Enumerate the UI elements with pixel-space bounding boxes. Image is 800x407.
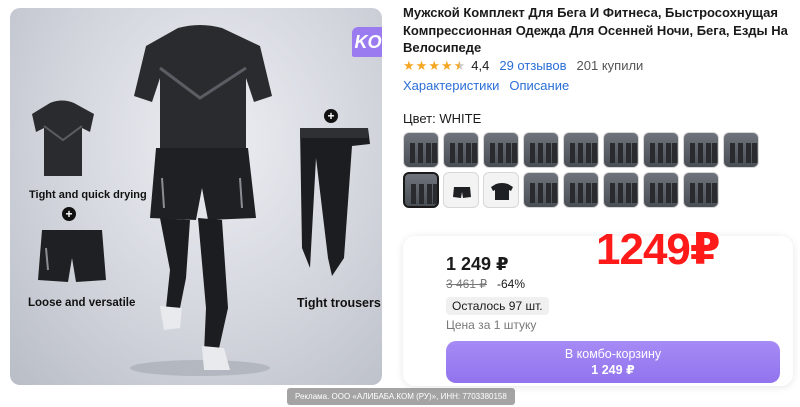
color-swatch[interactable] <box>723 132 759 168</box>
image-label-quick-drying: Tight and quick drying <box>29 189 147 201</box>
swatch-thumbnail <box>610 143 637 163</box>
color-swatch[interactable] <box>683 172 719 208</box>
promo-price-overlay: 1249₽ <box>596 225 720 274</box>
image-label-tight-trousers: Tight trousers <box>297 296 381 310</box>
old-price: 3 461 ₽ <box>446 277 487 291</box>
color-swatch[interactable] <box>643 132 679 168</box>
swatch-thumbnail <box>411 184 437 204</box>
star-icon: ★ <box>440 57 453 73</box>
product-tabs: Характеристики Описание <box>403 78 569 93</box>
color-swatch[interactable] <box>603 132 639 168</box>
color-swatch[interactable] <box>603 172 639 208</box>
ko-badge: KO! <box>352 27 382 57</box>
product-main-image[interactable]: KO! + + Tight and quick drying Loose and… <box>10 8 382 385</box>
color-swatch[interactable] <box>403 132 439 168</box>
swatch-thumbnail <box>453 187 471 198</box>
bought-count: 201 купили <box>576 57 644 73</box>
image-label-loose: Loose and versatile <box>28 297 136 309</box>
color-label: Цвет: WHITE <box>403 111 482 126</box>
plus-icon: + <box>324 109 338 123</box>
discount-badge: -64% <box>497 277 526 291</box>
color-swatch[interactable] <box>443 172 479 208</box>
star-icon: ★ <box>415 57 428 73</box>
rating-value: 4,4 <box>471 57 490 73</box>
swatch-thumbnail <box>490 143 517 163</box>
cart-button-label: В комбо-корзину <box>564 347 662 361</box>
color-swatch[interactable] <box>563 172 599 208</box>
color-swatch[interactable] <box>523 172 559 208</box>
rating-stars: ★ ★ ★ ★ ★ <box>403 59 465 72</box>
swatch-thumbnail <box>610 183 637 203</box>
tab-characteristics[interactable]: Характеристики <box>403 78 499 93</box>
color-swatch[interactable] <box>523 132 559 168</box>
current-price: 1 249 ₽ <box>446 254 509 274</box>
swatch-thumbnail <box>730 143 757 163</box>
swatch-thumbnail <box>650 183 677 203</box>
color-swatch[interactable] <box>563 132 599 168</box>
swatch-thumbnail <box>690 143 717 163</box>
swatch-thumbnail <box>450 143 477 163</box>
star-icon: ★ <box>428 57 440 73</box>
color-swatch[interactable] <box>483 132 519 168</box>
swatch-thumbnail <box>650 143 677 163</box>
star-half-icon: ★ <box>453 57 466 73</box>
price-old-row: 3 461 ₽ -64% <box>446 277 525 291</box>
swatch-thumbnail <box>690 183 717 203</box>
cart-button-price: 1 249 ₽ <box>591 363 635 377</box>
star-icon: ★ <box>403 57 415 73</box>
swatch-thumbnail <box>491 183 513 200</box>
swatch-thumbnail <box>530 183 557 203</box>
color-swatch[interactable] <box>683 132 719 168</box>
rating-row: ★ ★ ★ ★ ★ 4,4 29 отзывов 201 купили <box>403 57 643 73</box>
swatch-thumbnail <box>530 143 557 163</box>
product-title: Мужской Комплект Для Бега И Фитнеса, Быс… <box>403 5 788 55</box>
color-swatch[interactable] <box>643 172 679 208</box>
add-to-combo-cart-button[interactable]: В комбо-корзину 1 249 ₽ <box>446 341 780 383</box>
swatch-thumbnail <box>410 143 437 163</box>
color-swatch[interactable] <box>483 172 519 208</box>
color-swatch[interactable] <box>403 172 439 208</box>
swatch-thumbnail <box>570 143 597 163</box>
stock-badge: Осталось 97 шт. <box>446 297 549 315</box>
swatch-thumbnail <box>570 183 597 203</box>
color-swatches <box>403 132 761 208</box>
plus-icon: + <box>62 207 76 221</box>
reviews-link[interactable]: 29 отзывов <box>499 58 566 73</box>
color-swatch[interactable] <box>443 132 479 168</box>
ad-disclaimer: Реклама. ООО «АЛИБАБА.КОМ (РУ)», ИНН: 77… <box>287 388 515 405</box>
tab-description[interactable]: Описание <box>509 78 569 93</box>
unit-price-note: Цена за 1 штуку <box>446 318 537 332</box>
